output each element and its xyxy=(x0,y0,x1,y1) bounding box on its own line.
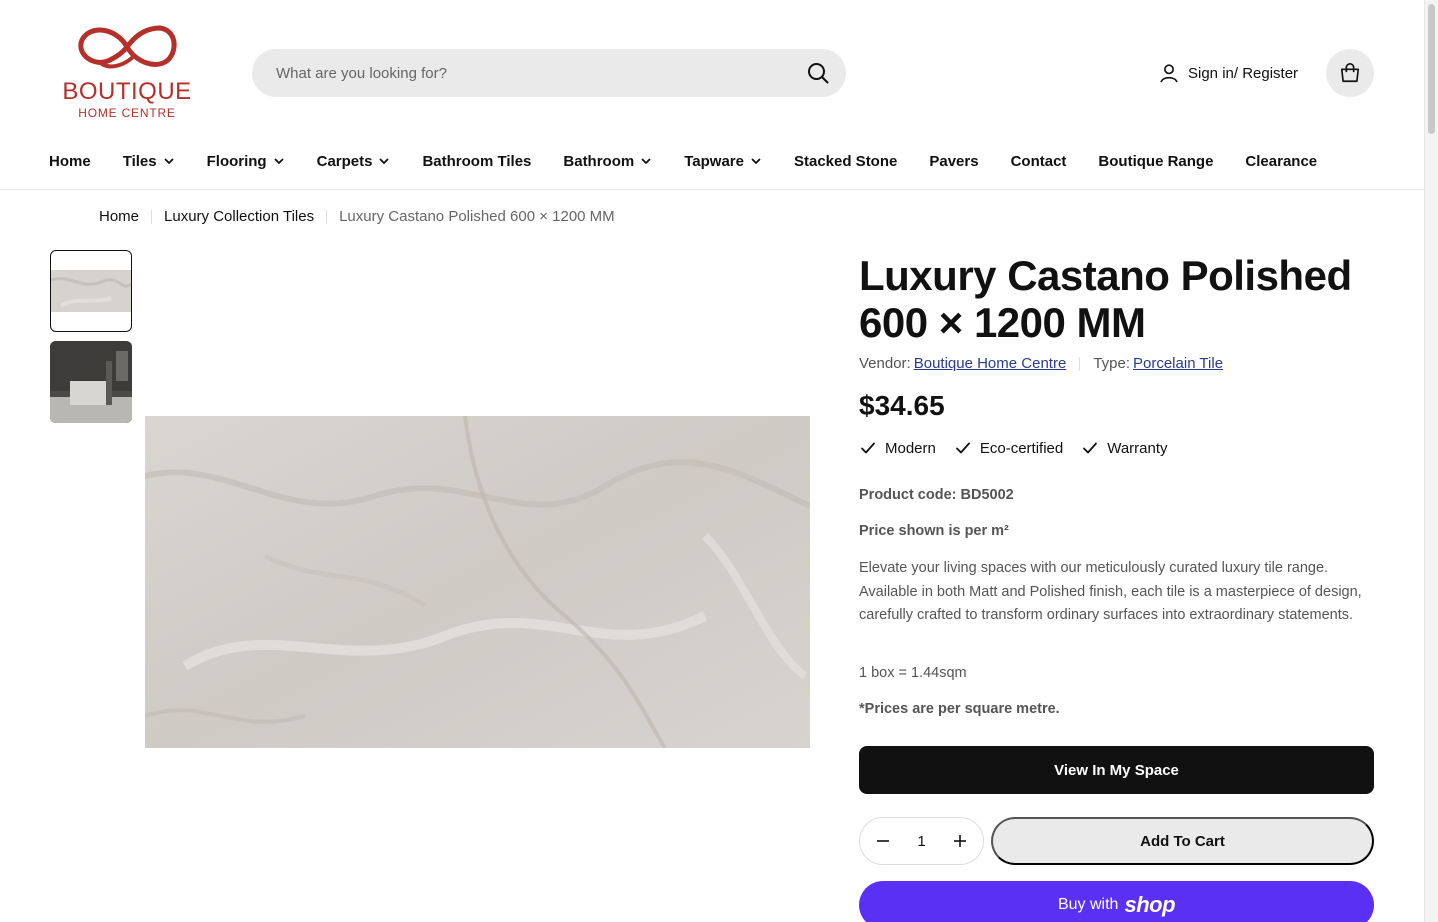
type-label: Type: xyxy=(1093,355,1130,372)
page-scrollbar[interactable] xyxy=(1424,0,1438,922)
badge-label: Warranty xyxy=(1107,439,1168,457)
product-title: Luxury Castano Polished 600 × 1200 MM xyxy=(859,252,1352,346)
nav-item-label: Tiles xyxy=(122,152,157,170)
nav-item-label: Tapware xyxy=(684,152,744,170)
site-header: BOUTIQUE HOME CENTRE Sign in/ Register H… xyxy=(0,0,1424,190)
checkmark-icon xyxy=(1083,442,1098,454)
search-bar xyxy=(252,49,846,97)
increase-quantity-button[interactable] xyxy=(951,832,969,850)
decrease-quantity-button[interactable] xyxy=(874,832,892,850)
buy-with-shop-button[interactable]: Buy with shop xyxy=(859,881,1374,922)
nav-item-label: Contact xyxy=(1010,152,1067,170)
brand-tagline: HOME CENTRE xyxy=(78,106,176,120)
badge-label: Modern xyxy=(885,439,936,457)
checkmark-icon xyxy=(955,442,970,454)
chevron-down-icon xyxy=(380,158,389,164)
nav-item-flooring[interactable]: Flooring xyxy=(207,153,285,170)
marble-thumbnail-image xyxy=(51,270,131,312)
product-badges: Modern Eco-certified Warranty xyxy=(859,439,1186,457)
chevron-down-icon xyxy=(751,158,761,164)
badge-modern: Modern xyxy=(859,439,936,457)
nav-item-boutique-range[interactable]: Boutique Range xyxy=(1098,153,1213,170)
user-icon xyxy=(1160,64,1178,83)
nav-item-label: Boutique Range xyxy=(1098,152,1214,170)
box-coverage: 1 box = 1.44sqm xyxy=(859,665,967,681)
breadcrumb-divider xyxy=(151,209,153,224)
chevron-down-icon xyxy=(641,158,651,164)
product-meta: Vendor: Boutique Home Centre Type: Porce… xyxy=(859,355,1223,372)
search-icon[interactable] xyxy=(806,61,830,85)
chevron-down-icon xyxy=(274,158,284,164)
sign-in-label: Sign in/ Register xyxy=(1188,64,1299,82)
marble-tile-image xyxy=(145,416,810,748)
badge-label: Eco-certified xyxy=(979,439,1064,457)
search-input[interactable] xyxy=(276,49,796,97)
nav-item-pavers[interactable]: Pavers xyxy=(929,153,978,170)
nav-item-label: Pavers xyxy=(929,152,979,170)
cart-button[interactable] xyxy=(1326,49,1374,97)
vendor-link[interactable]: Boutique Home Centre xyxy=(914,355,1067,372)
buy-with-label: Buy with xyxy=(1057,896,1119,913)
brand-name: BOUTIQUE xyxy=(62,78,192,105)
sign-in-link[interactable]: Sign in/ Register xyxy=(1158,60,1298,86)
plus-icon xyxy=(954,835,966,847)
product-description: Elevate your living spaces with our meti… xyxy=(859,560,1362,624)
vendor-label: Vendor: xyxy=(859,355,911,372)
product-price: $34.65 xyxy=(859,390,945,421)
nav-item-stacked-stone[interactable]: Stacked Stone xyxy=(794,153,897,170)
nav-item-label: Bathroom xyxy=(563,152,635,170)
breadcrumb-current: Luxury Castano Polished 600 × 1200 MM xyxy=(339,208,615,225)
price-note: Price shown is per m² xyxy=(859,523,1009,539)
nav-item-home[interactable]: Home xyxy=(49,153,91,170)
brand-logo[interactable]: BOUTIQUE HOME CENTRE xyxy=(56,20,198,122)
thumbnail-tile[interactable] xyxy=(50,250,132,332)
sqm-note: *Prices are per square metre. xyxy=(859,701,1060,717)
quantity-input[interactable]: 1 xyxy=(907,833,937,850)
nav-item-bathroom-tiles[interactable]: Bathroom Tiles xyxy=(422,153,531,170)
scrollbar-thumb[interactable] xyxy=(1428,4,1435,134)
meta-divider xyxy=(1079,356,1081,371)
nav-item-label: Home xyxy=(49,152,91,170)
type-link[interactable]: Porcelain Tile xyxy=(1133,355,1223,372)
product-main-image[interactable] xyxy=(145,416,810,748)
main-nav: Home Tiles Flooring Carpets Bathroom Tiles Ba… xyxy=(49,150,1349,172)
nav-item-label: Clearance xyxy=(1245,152,1318,170)
nav-item-tiles[interactable]: Tiles xyxy=(123,153,175,170)
chevron-down-icon xyxy=(164,158,174,164)
badge-eco-certified: Eco-certified xyxy=(954,439,1063,457)
breadcrumb-home[interactable]: Home xyxy=(99,208,139,225)
quantity-stepper: 1 xyxy=(859,817,984,865)
nav-item-label: Bathroom Tiles xyxy=(422,152,532,170)
nav-item-label: Stacked Stone xyxy=(793,152,898,170)
checkmark-icon xyxy=(861,442,875,454)
nav-item-contact[interactable]: Contact xyxy=(1011,153,1067,170)
badge-warranty: Warranty xyxy=(1081,439,1168,457)
infinity-logo-icon xyxy=(78,25,177,69)
nav-item-clearance[interactable]: Clearance xyxy=(1245,153,1317,170)
nav-item-carpets[interactable]: Carpets xyxy=(317,153,391,170)
breadcrumb: Home Luxury Collection Tiles Luxury Cast… xyxy=(99,208,615,225)
minus-icon xyxy=(877,840,889,842)
nav-item-tapware[interactable]: Tapware xyxy=(684,153,762,170)
room-thumbnail-image xyxy=(50,341,132,423)
add-to-cart-button[interactable]: Add To Cart xyxy=(991,817,1374,865)
view-in-my-space-button[interactable]: View In My Space xyxy=(859,746,1374,794)
shopping-bag-icon xyxy=(1340,63,1360,83)
shop-logo-text: shop xyxy=(1124,892,1176,917)
breadcrumb-divider xyxy=(326,209,328,224)
breadcrumb-collection[interactable]: Luxury Collection Tiles xyxy=(164,208,314,225)
thumbnail-room[interactable] xyxy=(50,341,132,423)
product-code: Product code: BD5002 xyxy=(859,487,1014,503)
nav-item-bathroom[interactable]: Bathroom xyxy=(563,153,652,170)
nav-item-label: Flooring xyxy=(206,152,267,170)
nav-item-label: Carpets xyxy=(316,152,373,170)
